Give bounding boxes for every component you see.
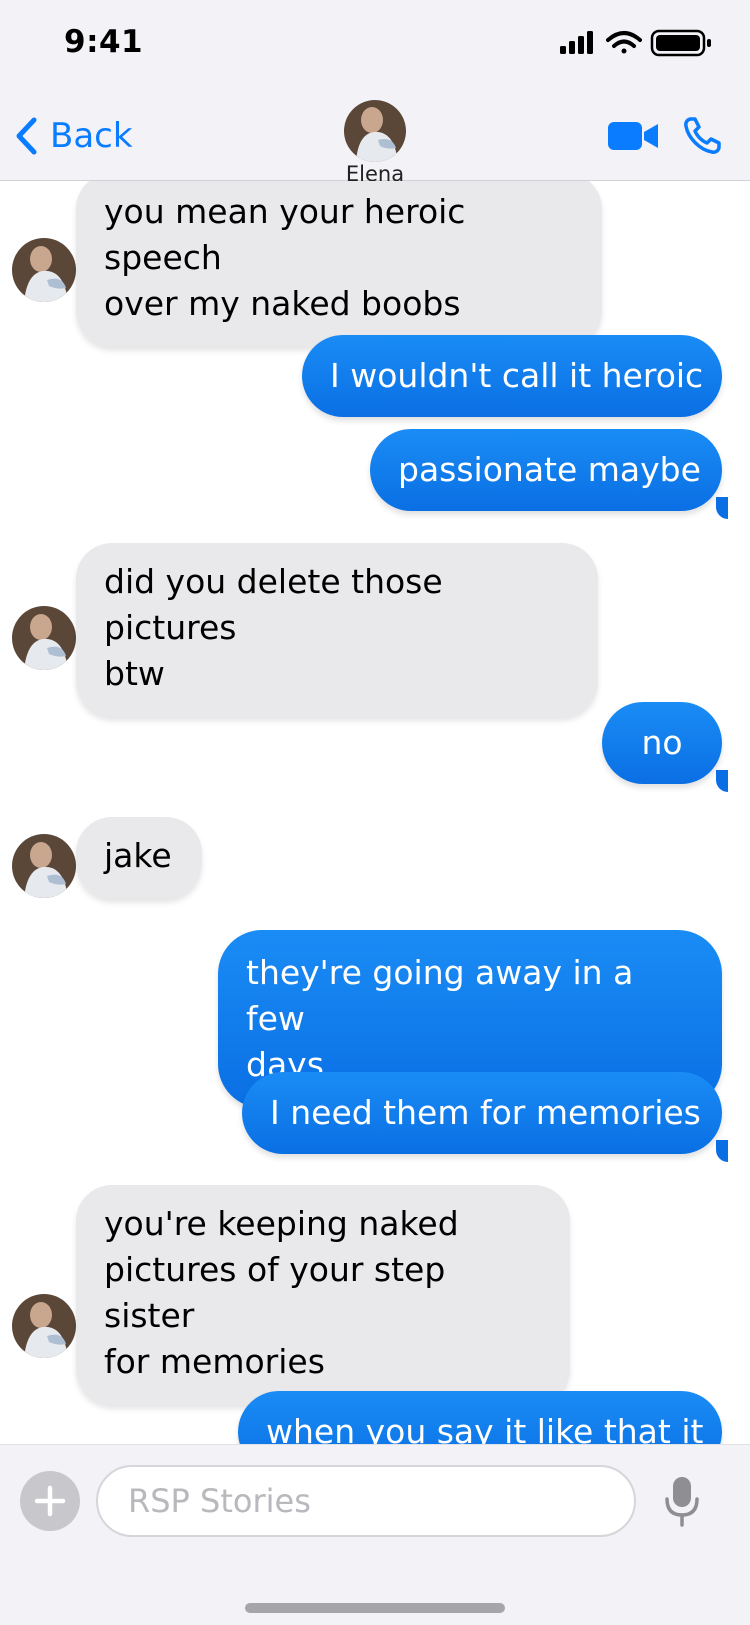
message-text: passionate maybe [398,450,701,489]
outgoing-message[interactable]: I wouldn't call it heroic [302,335,722,417]
status-bar: 9:41 [0,0,750,90]
conversation-header: Back Elena [0,90,750,186]
message-line: jake [104,836,172,875]
avatar-photo [12,238,76,302]
outgoing-message[interactable]: when you say it like that it [238,1391,722,1444]
plus-icon [34,1485,66,1517]
battery-icon [650,29,711,57]
message-line: they're going away in a few [246,953,634,1038]
avatar-photo [12,834,76,898]
outgoing-message[interactable]: I need them for memories [242,1072,722,1154]
status-icons [560,29,711,57]
avatar-photo [12,1294,76,1358]
signal-icon [560,31,593,54]
incoming-message[interactable]: you're keeping naked pictures of your st… [76,1185,570,1405]
outgoing-message[interactable]: passionate maybe [370,429,722,511]
status-time: 9:41 [64,24,144,60]
microphone-icon[interactable] [664,1475,700,1527]
add-attachment-button[interactable] [20,1471,80,1531]
contact-avatar[interactable] [344,100,406,162]
message-line: pictures of your step sister [104,1250,446,1335]
avatar [12,606,76,670]
back-label: Back [50,116,133,156]
message-text: when you say it like that it [266,1412,704,1444]
message-line: did you delete those pictures [104,562,443,647]
incoming-message[interactable]: did you delete those pictures btw [76,543,598,717]
avatar [12,1294,76,1358]
avatar-photo [344,100,406,162]
avatar [12,238,76,302]
bubble-tail [716,1140,728,1162]
message-line: you mean your heroic speech [104,192,466,277]
phone-icon[interactable] [682,116,722,156]
message-list[interactable]: you mean your heroic speech over my nake… [0,181,750,1444]
message-text: I need them for memories [270,1093,701,1132]
wifi-icon [606,31,642,54]
message-line: you're keeping naked [104,1204,459,1243]
incoming-message[interactable]: jake [76,817,202,899]
message-text: no [641,723,683,762]
chevron-left-icon [16,117,37,155]
bubble-tail [716,497,728,519]
bubble-tail [716,770,728,792]
message-input[interactable] [96,1465,636,1537]
avatar [12,834,76,898]
message-text: I wouldn't call it heroic [330,356,704,395]
home-indicator [245,1603,505,1613]
message-line: over my naked boobs [104,284,461,323]
message-line: for memories [104,1342,325,1381]
incoming-message[interactable]: you mean your heroic speech over my nake… [76,181,602,347]
avatar-photo [12,606,76,670]
outgoing-message[interactable]: no [602,702,722,784]
composer-bar [0,1444,750,1625]
video-camera-icon[interactable] [608,120,660,152]
message-line: btw [104,654,165,693]
